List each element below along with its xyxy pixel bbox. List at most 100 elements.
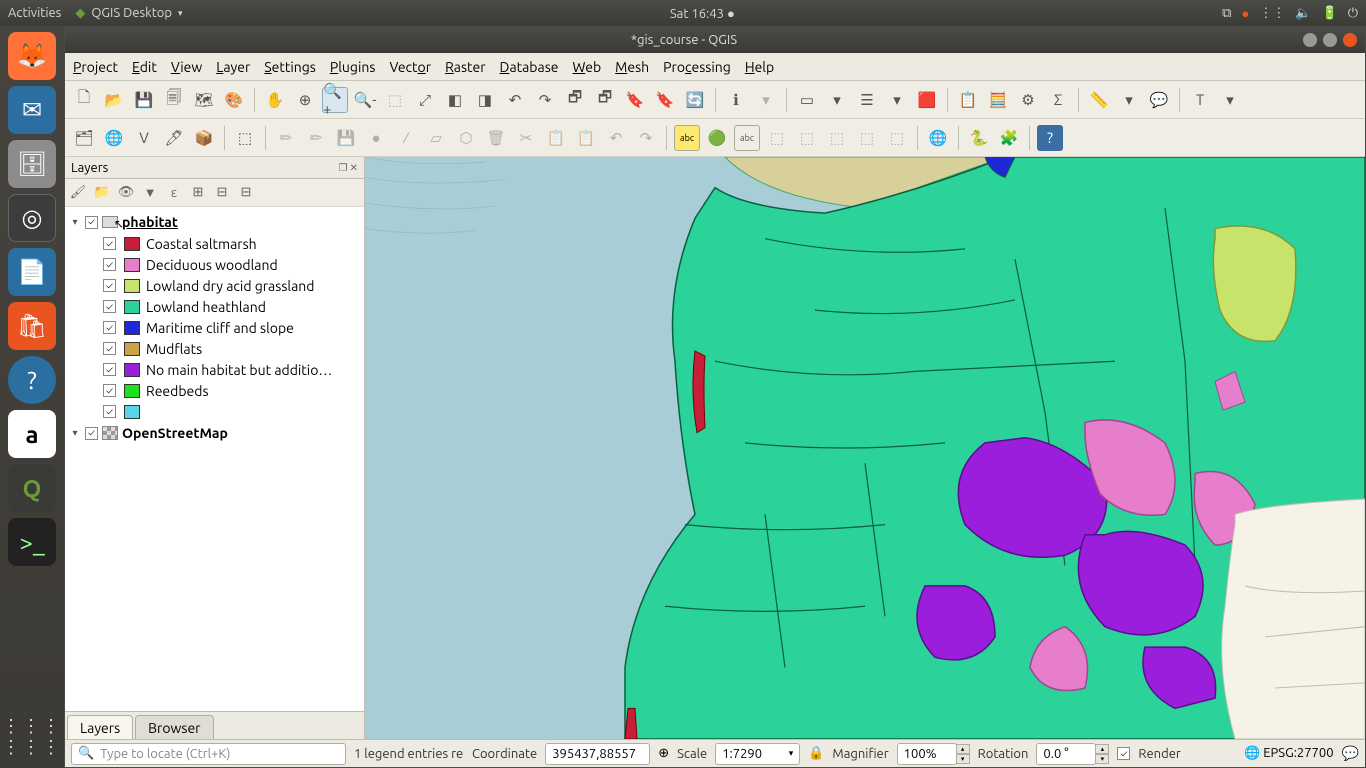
deselect-button[interactable]: 🟥 [914, 87, 940, 113]
layer-visibility-checkbox[interactable] [85, 216, 98, 229]
vertex-tool-button[interactable]: ⬡ [453, 125, 479, 151]
select-by-value-button[interactable]: ☰ [854, 87, 880, 113]
measure-button[interactable]: 📏 [1086, 87, 1112, 113]
add-group-button[interactable]: 📁 [93, 184, 111, 202]
menu-help[interactable]: Help [745, 59, 774, 75]
remove-layer-button[interactable]: ⊟ [237, 184, 255, 202]
legend-checkbox[interactable] [103, 363, 116, 376]
save-project-button[interactable]: 💾 [131, 87, 157, 113]
legend-checkbox[interactable] [103, 258, 116, 271]
layer-tree[interactable]: ▾ phabitat ↖ Coastal saltmarsh Deciduous… [65, 207, 364, 711]
redo-button[interactable]: ↷ [633, 125, 659, 151]
menu-plugins[interactable]: Plugins [330, 59, 376, 75]
layer-openstreetmap[interactable]: ▾ OpenStreetMap [65, 422, 364, 444]
toggle-editing-button[interactable]: ✏ [273, 125, 299, 151]
tab-layers[interactable]: Layers [67, 715, 133, 740]
actions-button[interactable]: ▾ [753, 87, 779, 113]
label-pin-button[interactable]: ⬚ [824, 125, 850, 151]
layer-phabitat[interactable]: ▾ phabitat ↖ [65, 211, 364, 233]
zoom-native-button[interactable]: ⬚ [382, 87, 408, 113]
legend-item[interactable]: Reedbeds [65, 380, 364, 401]
crs-button[interactable]: 🌐 EPSG:27700 [1244, 746, 1334, 761]
new-project-button[interactable]: 🗋 [71, 87, 97, 113]
power-icon[interactable]: ⏻ [1348, 6, 1358, 21]
edit-save-button[interactable]: 💾 [333, 125, 359, 151]
menu-processing[interactable]: Processing [663, 59, 731, 75]
coordinate-input[interactable]: 395437,88557 [545, 743, 650, 765]
new-bookmark-button[interactable]: 🔖 [622, 87, 648, 113]
launcher-files[interactable]: 🗄 [8, 140, 56, 188]
menu-raster[interactable]: Raster [445, 59, 485, 75]
battery-icon[interactable]: 🔋 [1322, 6, 1338, 21]
spin-down-button[interactable]: ▾ [1095, 754, 1109, 764]
copy-button[interactable]: 📋 [543, 125, 569, 151]
clock[interactable]: Sat 16:43 ● [670, 7, 735, 21]
new-geopackage-button[interactable]: 🌐 [101, 125, 127, 151]
select-by-value-dropdown[interactable]: ▾ [884, 87, 910, 113]
annotation-button[interactable]: T [1187, 87, 1213, 113]
spin-down-button[interactable]: ▾ [956, 754, 970, 764]
legend-item[interactable]: Maritime cliff and slope [65, 317, 364, 338]
menu-layer[interactable]: Layer [216, 59, 250, 75]
launcher-libreoffice-writer[interactable]: 📄 [8, 248, 56, 296]
lock-scale-button[interactable]: 🔒 [808, 746, 824, 761]
visibility-button[interactable]: 👁 [117, 184, 135, 202]
legend-item[interactable]: No main habitat but additio… [65, 359, 364, 380]
add-feature-button[interactable]: ● [363, 125, 389, 151]
save-edits-button[interactable]: ✏ [303, 125, 329, 151]
legend-item[interactable] [65, 401, 364, 422]
legend-checkbox[interactable] [103, 279, 116, 292]
legend-item[interactable]: Mudflats [65, 338, 364, 359]
add-polygon-button[interactable]: ▱ [423, 125, 449, 151]
label-show-button[interactable]: ⬚ [854, 125, 880, 151]
legend-checkbox[interactable] [103, 384, 116, 397]
launcher-show-apps[interactable]: ⋮⋮⋮⋮⋮⋮ [2, 716, 62, 758]
app-menu-button[interactable]: ◆ QGIS Desktop ▾ [75, 6, 182, 21]
spin-up-button[interactable]: ▴ [1095, 744, 1109, 754]
plugin-manager-button[interactable]: 🧩 [996, 125, 1022, 151]
launcher-terminal[interactable]: >_ [8, 518, 56, 566]
zoom-full-button[interactable]: ⤢ [412, 87, 438, 113]
menu-vector[interactable]: Vector [389, 59, 431, 75]
launcher-rhythmbox[interactable]: ◎ [8, 194, 56, 242]
virtual-layer-button[interactable]: ⬚ [232, 125, 258, 151]
label-rotate-button[interactable]: ⬚ [794, 125, 820, 151]
help-contents-button[interactable]: ? [1037, 125, 1063, 151]
style-manager-button[interactable]: 🎨 [221, 87, 247, 113]
messages-button[interactable]: 💬 [1342, 745, 1359, 762]
label-move-button[interactable]: ⬚ [764, 125, 790, 151]
rotation-input[interactable]: 0.0 ° ▴▾ [1036, 743, 1109, 765]
processing-toolbox-button[interactable]: ⚙ [1015, 87, 1041, 113]
select-dropdown[interactable]: ▾ [824, 87, 850, 113]
expand-all-button[interactable]: ⊞ [189, 184, 207, 202]
launcher-help[interactable]: ? [8, 356, 56, 404]
magnifier-input[interactable]: 100% ▴▾ [897, 743, 970, 765]
diagram-button[interactable]: 🟢 [704, 125, 730, 151]
filter-by-expression-button[interactable]: ε [165, 184, 183, 202]
new-shapefile-button[interactable]: V [131, 125, 157, 151]
label-button[interactable]: abc [674, 125, 700, 151]
legend-checkbox[interactable] [103, 300, 116, 313]
launcher-firefox[interactable]: 🦊 [8, 32, 56, 80]
legend-item[interactable]: Deciduous woodland [65, 254, 364, 275]
map-canvas[interactable] [365, 157, 1365, 739]
window-minimize-button[interactable] [1303, 33, 1317, 47]
new-3d-view-button[interactable]: 🗗 [592, 87, 618, 113]
attribute-table-button[interactable]: 📋 [955, 87, 981, 113]
launcher-thunderbird[interactable]: ✉ [8, 86, 56, 134]
render-checkbox[interactable] [1117, 747, 1130, 760]
save-as-button[interactable]: 🗐 [161, 87, 187, 113]
map-tips-button[interactable]: 💬 [1146, 87, 1172, 113]
field-calculator-button[interactable]: 🧮 [985, 87, 1011, 113]
launcher-qgis[interactable]: Q [8, 464, 56, 512]
legend-item[interactable]: Coastal saltmarsh [65, 233, 364, 254]
legend-checkbox[interactable] [103, 237, 116, 250]
toggle-extents-button[interactable]: ⊕ [658, 746, 669, 761]
legend-item[interactable]: Lowland dry acid grassland [65, 275, 364, 296]
legend-checkbox[interactable] [103, 405, 116, 418]
zoom-next-button[interactable]: ↷ [532, 87, 558, 113]
legend-checkbox[interactable] [103, 342, 116, 355]
zoom-selection-button[interactable]: ◧ [442, 87, 468, 113]
legend-item[interactable]: Lowland heathland [65, 296, 364, 317]
expand-icon[interactable]: ▾ [69, 216, 81, 228]
